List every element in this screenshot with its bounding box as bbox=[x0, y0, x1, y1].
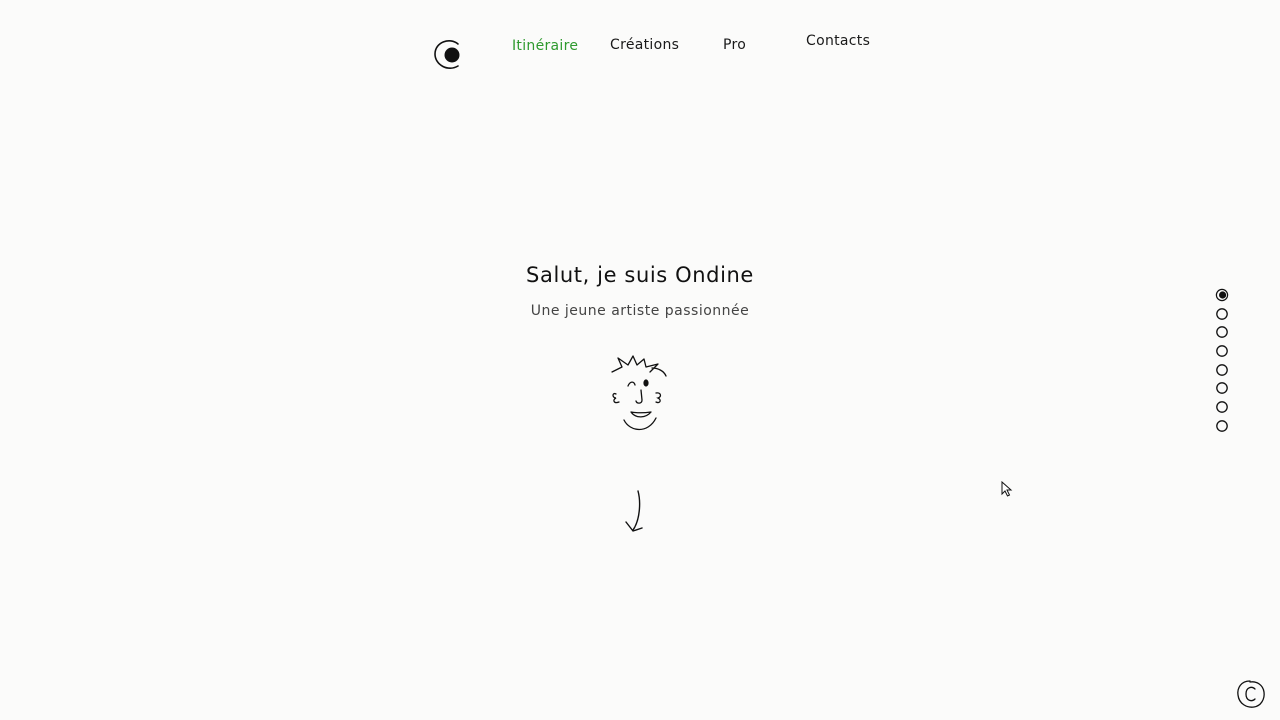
section-dots bbox=[1215, 287, 1231, 437]
section-dot[interactable] bbox=[1215, 324, 1229, 339]
section-dot[interactable] bbox=[1215, 399, 1229, 413]
section-dot[interactable] bbox=[1215, 362, 1229, 376]
arrow-down-icon[interactable] bbox=[622, 488, 648, 536]
page: Itinéraire Créations Pro Contacts Salut,… bbox=[0, 0, 1280, 720]
winking-face-doodle-icon bbox=[606, 354, 672, 436]
section-dot-active[interactable] bbox=[1215, 287, 1229, 302]
section-dot[interactable] bbox=[1215, 418, 1229, 432]
nav-item-itineraire[interactable]: Itinéraire bbox=[512, 38, 578, 54]
hero-subtitle: Une jeune artiste passionnée bbox=[530, 303, 750, 319]
copyright-icon[interactable] bbox=[1235, 679, 1266, 710]
section-dot[interactable] bbox=[1215, 343, 1229, 357]
nav-item-pro[interactable]: Pro bbox=[723, 37, 746, 53]
section-dot[interactable] bbox=[1215, 306, 1229, 320]
nav-item-creations[interactable]: Créations bbox=[610, 37, 679, 53]
circle-dot-logo-icon[interactable] bbox=[432, 36, 464, 72]
section-dot[interactable] bbox=[1215, 380, 1229, 395]
nav-item-contacts[interactable]: Contacts bbox=[806, 33, 870, 49]
mouse-cursor-icon bbox=[1001, 480, 1013, 499]
hero-title: Salut, je suis Ondine bbox=[526, 263, 754, 287]
